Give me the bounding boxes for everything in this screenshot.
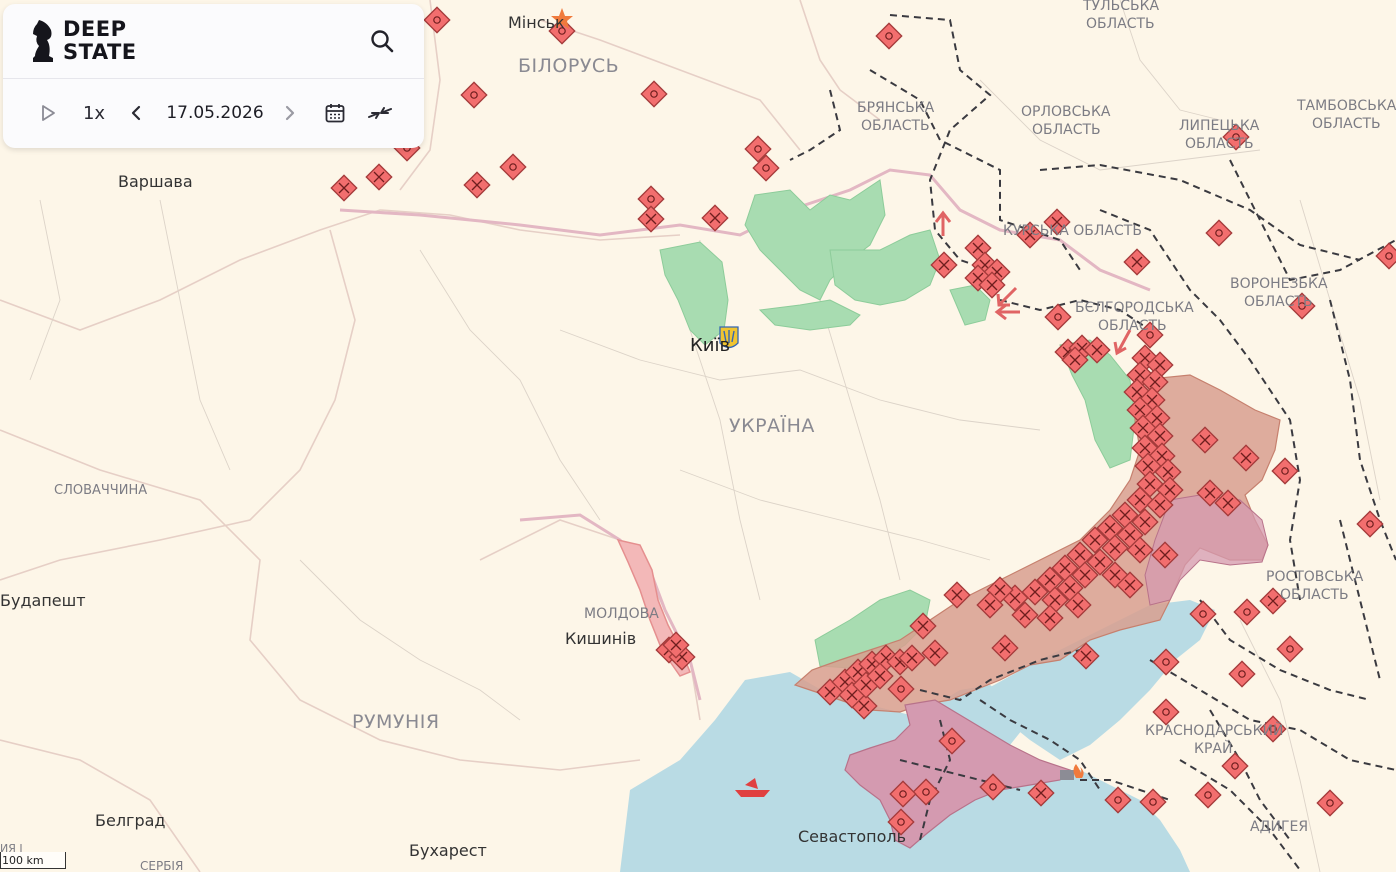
label-kursk: КУРСЬКА ОБЛАСТЬ (1003, 223, 1142, 239)
deepstate-logo[interactable]: DEEP STATE (29, 18, 139, 66)
chevron-left-icon (131, 105, 141, 121)
label-bryansk-1: БРЯНСЬКА (857, 100, 935, 116)
next-date-button[interactable] (279, 98, 301, 128)
label-bryansk-2: ОБЛАСТЬ (861, 118, 930, 134)
label-rostov-1: РОСТОВСЬКА (1266, 569, 1364, 585)
label-krasnodar-1: КРАСНОДАРСЬКИЙ (1145, 721, 1284, 739)
label-adygea: АДИГЕЯ (1250, 819, 1308, 835)
previous-date-button[interactable] (125, 98, 147, 128)
label-slovakia: СЛОВАЧЧИНА (54, 483, 147, 498)
label-tula-1: ТУЛЬСЬКА (1082, 0, 1160, 14)
chevron-right-icon (285, 105, 295, 121)
search-icon (371, 30, 394, 53)
calendar-button[interactable] (321, 98, 349, 128)
brand-line-2: STATE (63, 40, 137, 64)
label-oryol-2: ОБЛАСТЬ (1032, 122, 1101, 138)
label-tambov-2: ОБЛАСТЬ (1312, 116, 1381, 132)
brand-line-1: DEEP (63, 17, 127, 41)
label-voronezh-2: ОБЛАСТЬ (1244, 294, 1313, 310)
label-lipetsk-1: ЛИПЕЦЬКА (1179, 118, 1260, 134)
label-voronezh-1: ВОРОНЕЗЬКА (1230, 276, 1328, 292)
collapse-arrows-icon (368, 107, 392, 119)
label-belgrade: Белград (95, 811, 165, 830)
knight-logo-icon (33, 20, 53, 62)
label-bucharest: Бухарест (409, 841, 487, 860)
label-tambov-1: ТАМБОВСЬКА (1296, 98, 1396, 114)
label-belgorod-1: БЄЛГОРОДСЬКА (1075, 300, 1194, 316)
play-button[interactable] (35, 98, 61, 128)
date-display[interactable]: 17.05.2026 (163, 98, 267, 128)
brand-wordmark: DEEP STATE (63, 18, 137, 64)
label-budapest: Будапешт (0, 591, 86, 610)
label-belarus: БІЛОРУСЬ (518, 55, 619, 77)
speed-button[interactable]: 1x (77, 98, 111, 128)
label-lipetsk-2: ОБЛАСТЬ (1185, 136, 1254, 152)
collapse-panel-button[interactable] (365, 98, 395, 128)
label-romania: РУМУНІЯ (352, 711, 440, 733)
control-panel: DEEP STATE 1x 17.05.2026 (3, 4, 424, 148)
play-icon (42, 105, 55, 121)
label-rostov-2: ОБЛАСТЬ (1280, 587, 1349, 603)
timeline-controls: 1x 17.05.2026 (3, 78, 424, 148)
search-button[interactable] (367, 26, 397, 56)
label-serbia: СЕРБІЯ (140, 859, 183, 872)
scale-bar: 100 km (0, 852, 66, 869)
label-warsaw: Варшава (118, 172, 193, 191)
label-oryol-1: ОРЛОВСЬКА (1021, 104, 1111, 120)
label-moldova: МОЛДОВА (584, 606, 659, 622)
label-minsk: Мінськ (508, 13, 565, 32)
label-sevastopol: Севастополь (798, 827, 906, 846)
label-ukraine: УКРАЇНА (729, 414, 815, 437)
label-tula-2: ОБЛАСТЬ (1086, 16, 1155, 32)
label-belgorod-2: ОБЛАСТЬ (1098, 318, 1167, 334)
calendar-icon (325, 104, 345, 123)
panel-header: DEEP STATE (3, 4, 424, 79)
label-kyiv: Київ (690, 335, 730, 356)
label-chisinau: Кишинів (565, 629, 636, 648)
label-krasnodar-2: КРАЙ (1194, 739, 1232, 757)
